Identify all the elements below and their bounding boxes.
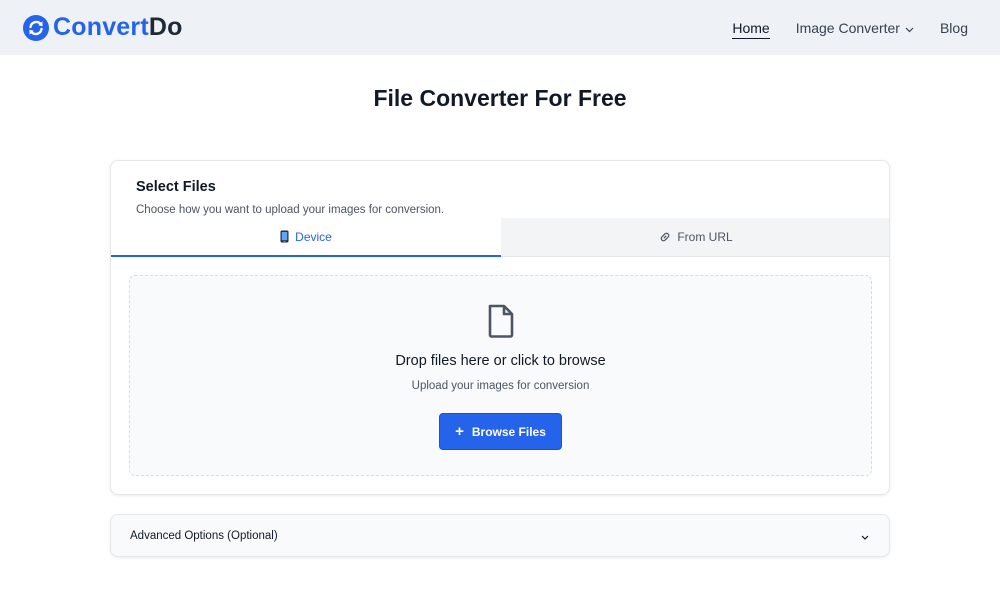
tab-from-url-label: From URL bbox=[677, 230, 733, 244]
link-icon bbox=[659, 231, 671, 243]
nav-image-converter-dropdown[interactable]: Image Converter bbox=[796, 20, 914, 36]
dropzone-subtitle: Upload your images for conversion bbox=[411, 380, 590, 392]
select-files-header: Select Files Choose how you want to uplo… bbox=[111, 161, 889, 218]
top-header: ConvertDo Home Image Converter Blog bbox=[0, 0, 1000, 55]
select-files-subtitle: Choose how you want to upload your image… bbox=[136, 204, 445, 216]
dropzone-title: Drop files here or click to browse bbox=[395, 353, 606, 369]
browse-files-label: Browse Files bbox=[471, 424, 546, 439]
nav-blog-link[interactable]: Blog bbox=[940, 20, 968, 36]
upload-source-tabs: Device From URL bbox=[111, 218, 889, 257]
file-dropzone[interactable]: Drop files here or click to browse Uploa… bbox=[129, 275, 872, 476]
tab-device-label: Device bbox=[295, 229, 332, 244]
plus-icon: + bbox=[455, 423, 464, 440]
brand-name: ConvertDo bbox=[53, 13, 183, 42]
chevron-down-icon bbox=[861, 527, 869, 545]
tab-device[interactable]: Device bbox=[111, 218, 501, 257]
mobile-phone-icon bbox=[280, 230, 289, 243]
advanced-options-toggle[interactable]: Advanced Options (Optional) bbox=[110, 514, 890, 557]
browse-files-button[interactable]: + Browse Files bbox=[439, 413, 562, 450]
nav-image-converter-label: Image Converter bbox=[795, 19, 900, 36]
brand-name-part1: Convert bbox=[53, 13, 149, 41]
advanced-options-label: Advanced Options (Optional) bbox=[130, 529, 278, 542]
brand-name-part2: Do bbox=[148, 13, 183, 41]
nav-home-link[interactable]: Home bbox=[732, 20, 770, 39]
refresh-circle-icon bbox=[22, 14, 50, 42]
main-nav: Home Image Converter Blog bbox=[706, 17, 968, 39]
page-title: File Converter For Free bbox=[373, 85, 627, 111]
select-files-title: Select Files bbox=[136, 179, 216, 195]
chevron-down-icon bbox=[905, 20, 914, 36]
tab-from-url[interactable]: From URL bbox=[501, 218, 889, 257]
select-files-card: Select Files Choose how you want to uplo… bbox=[110, 160, 890, 495]
file-icon bbox=[487, 304, 515, 343]
brand-logo[interactable]: ConvertDo bbox=[22, 13, 183, 42]
